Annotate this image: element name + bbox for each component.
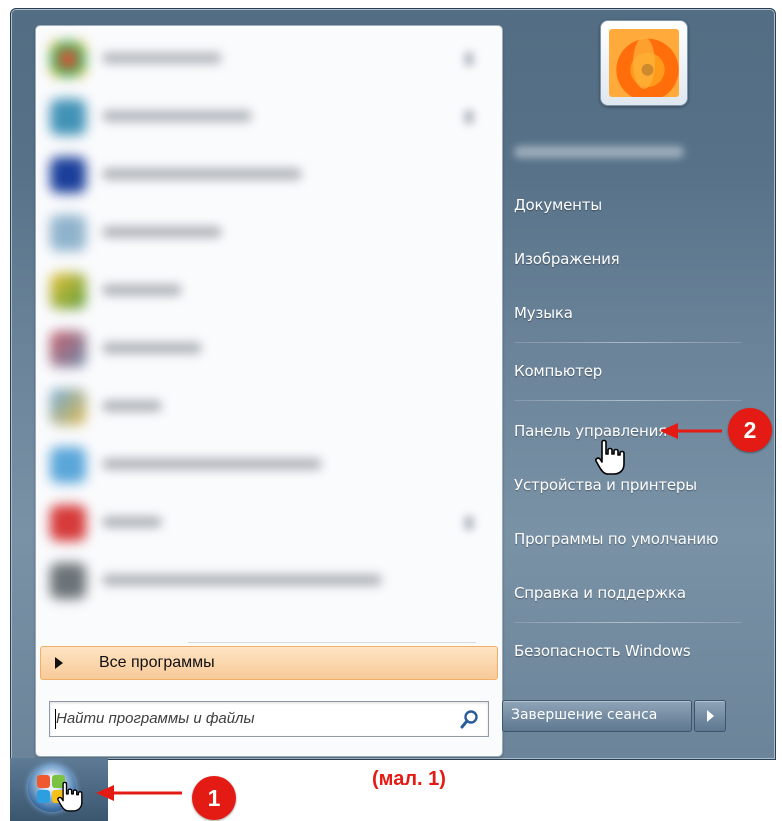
- step-badge-2: 2: [728, 408, 772, 452]
- program-icon: [50, 157, 86, 193]
- figure-caption: (мал. 1): [372, 768, 446, 790]
- program-icon: [50, 447, 86, 483]
- all-programs-label: Все программы: [99, 654, 215, 671]
- program-item[interactable]: [40, 92, 488, 142]
- program-item[interactable]: [40, 266, 488, 316]
- program-item[interactable]: [40, 34, 488, 84]
- left-separator: [188, 642, 476, 643]
- program-item[interactable]: [40, 150, 488, 200]
- menu-item-help-support[interactable]: Справка и поддержка: [514, 584, 686, 602]
- program-icon: [50, 99, 86, 135]
- arrow-right-icon: [707, 710, 714, 722]
- menu-item-control-panel[interactable]: Панель управления: [514, 422, 667, 440]
- menu-item-music[interactable]: Музыка: [514, 304, 573, 322]
- search-input[interactable]: [54, 704, 428, 732]
- search-icon[interactable]: [460, 709, 480, 729]
- programs-pane: Все программы: [35, 25, 503, 757]
- flower-avatar-picture: [609, 29, 679, 97]
- orb-flag-blue: [37, 790, 50, 803]
- arrow-right-icon: [55, 657, 63, 669]
- program-icon: [50, 331, 86, 367]
- shutdown-button[interactable]: Завершение сеанса: [502, 700, 692, 732]
- menu-item-devices-printers[interactable]: Устройства и принтеры: [514, 476, 697, 494]
- menu-item-computer[interactable]: Компьютер: [514, 362, 602, 380]
- program-item[interactable]: [40, 324, 488, 374]
- search-box[interactable]: [49, 701, 489, 737]
- program-icon: [50, 563, 86, 599]
- user-avatar[interactable]: [600, 20, 688, 106]
- program-item[interactable]: [40, 440, 488, 490]
- menu-separator: [514, 400, 742, 401]
- menu-item-pictures[interactable]: Изображения: [514, 250, 620, 268]
- all-programs-button[interactable]: Все программы: [40, 646, 498, 680]
- shutdown-options-button[interactable]: [694, 700, 726, 732]
- orb-flag-green: [52, 775, 65, 788]
- step-badge-1: 1: [192, 776, 236, 820]
- program-item[interactable]: [40, 208, 488, 258]
- recent-programs-list: [40, 30, 494, 636]
- orb-flag-yellow: [52, 790, 65, 803]
- program-icon: [50, 273, 86, 309]
- program-item[interactable]: [40, 382, 488, 432]
- menu-item-documents[interactable]: Документы: [514, 196, 602, 214]
- menu-item-default-programs[interactable]: Программы по умолчанию: [514, 530, 719, 548]
- program-item[interactable]: [40, 556, 488, 606]
- program-icon: [50, 41, 86, 77]
- windows-orb-icon[interactable]: [28, 764, 76, 812]
- orb-flag-red: [37, 775, 50, 788]
- program-icon: [50, 215, 86, 251]
- program-icon: [50, 389, 86, 425]
- menu-item-windows-security[interactable]: Безопасность Windows: [514, 642, 691, 660]
- program-icon: [50, 505, 86, 541]
- menu-separator: [514, 622, 742, 623]
- menu-separator: [514, 342, 742, 343]
- red-arrow-icon: [96, 785, 182, 801]
- taskbar: [10, 758, 108, 821]
- shutdown-label: Завершение сеанса: [511, 707, 658, 723]
- user-name-blurred[interactable]: [514, 146, 684, 158]
- program-item[interactable]: [40, 498, 488, 548]
